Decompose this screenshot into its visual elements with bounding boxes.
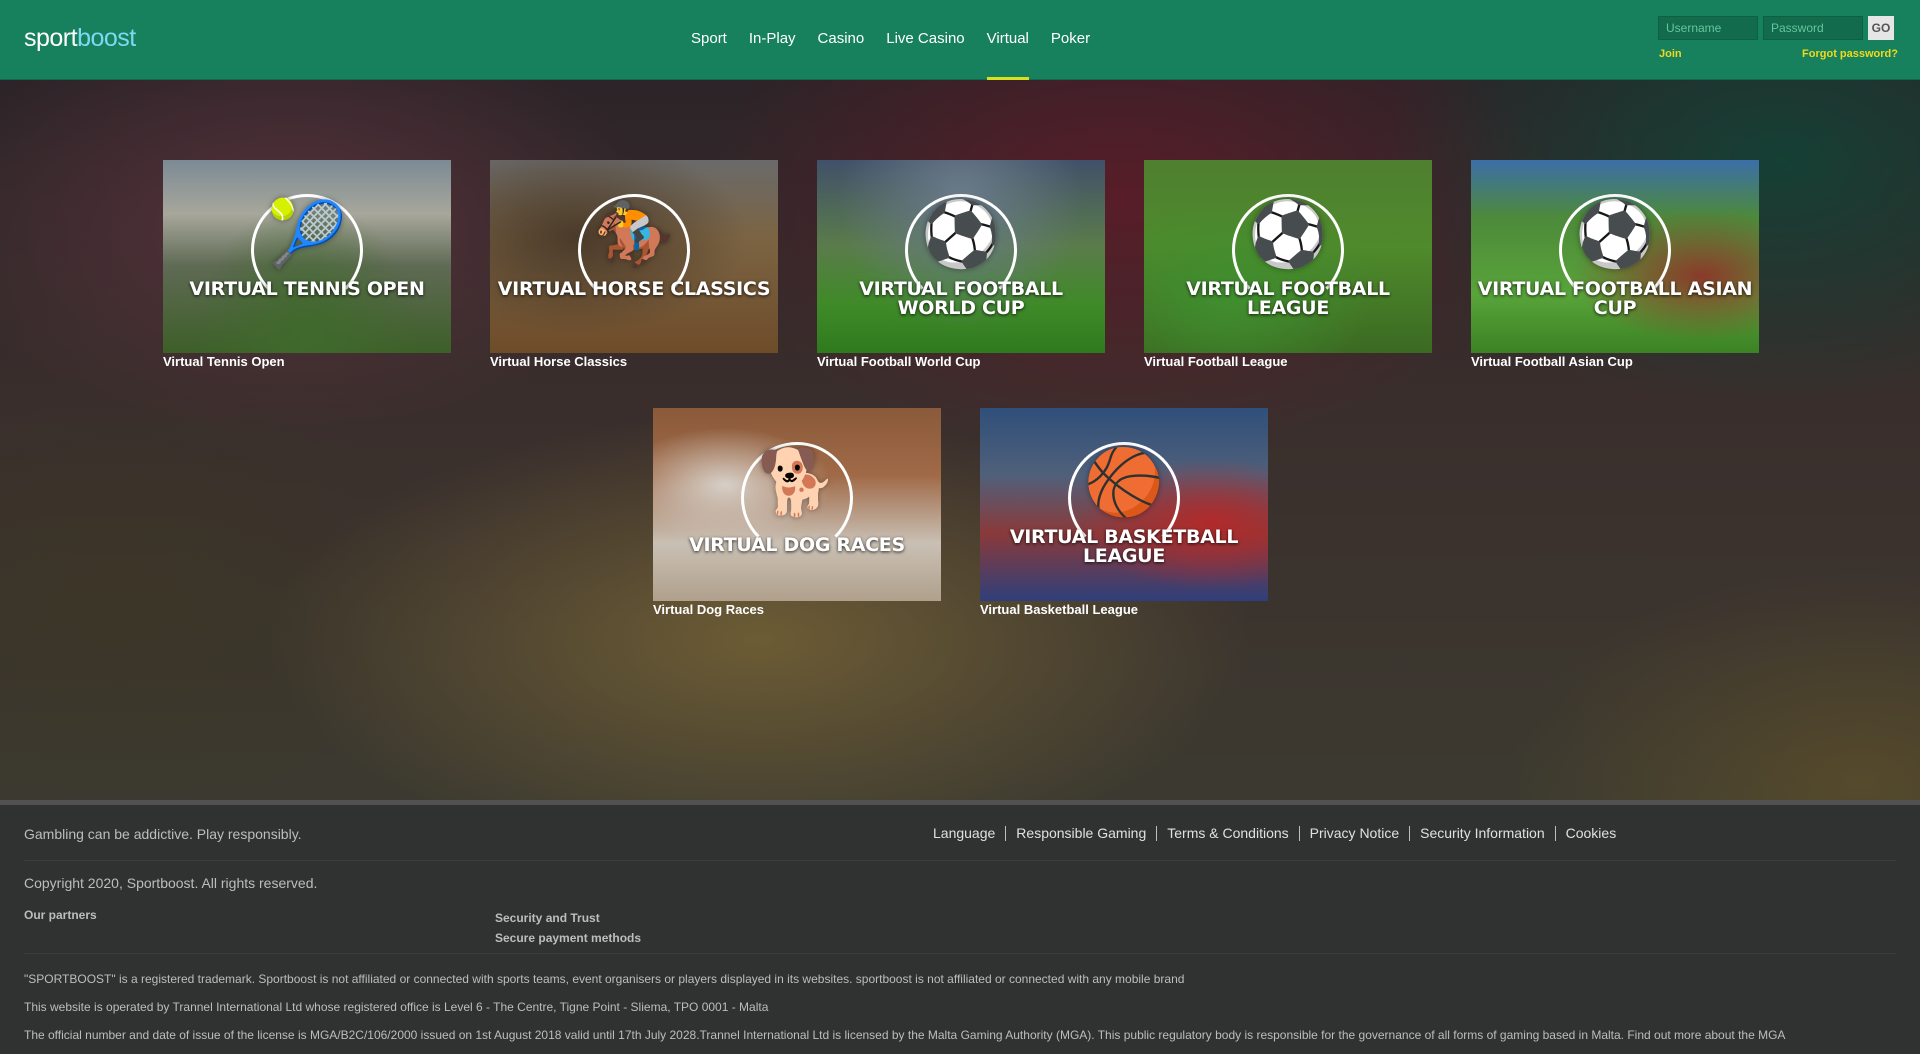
football-player-icon: ⚽	[1248, 198, 1328, 270]
game-caption[interactable]: Virtual Football Asian Cup	[1471, 354, 1759, 370]
nav-virtual[interactable]: Virtual	[976, 0, 1040, 80]
game-thumbnail[interactable]: 🎾 Virtual Tennis Open	[163, 160, 451, 353]
footer-link-responsible-gaming[interactable]: Responsible Gaming	[1005, 826, 1156, 841]
divider	[24, 953, 1896, 954]
game-thumbnail[interactable]: ⚽ Virtual Football League	[1144, 160, 1432, 353]
legal-operator-text: This website is operated by Trannel Inte…	[24, 1000, 769, 1014]
footer-link-cookies[interactable]: Cookies	[1554, 826, 1627, 841]
sportboost-logo[interactable]: sportboost	[24, 24, 136, 53]
nav-poker[interactable]: Poker	[1040, 0, 1101, 80]
nav-sport[interactable]: Sport	[680, 0, 738, 80]
security-trust-block: Security and Trust Secure payment method…	[495, 908, 641, 948]
legal-trademark-text: "SPORTBOOST" is a registered trademark. …	[24, 972, 1185, 986]
virtual-games-grid: 🎾 Virtual Tennis Open Virtual Tennis Ope…	[0, 80, 1920, 800]
game-overlay-title: Virtual Dog Races	[689, 534, 905, 556]
game-tile-horse[interactable]: 🏇 Virtual Horse Classics Virtual Horse C…	[490, 160, 778, 370]
game-caption[interactable]: Virtual Horse Classics	[490, 354, 778, 370]
game-tile-dog-races[interactable]: 🐕 Virtual Dog Races Virtual Dog Races	[653, 408, 941, 618]
copyright-text: Copyright 2020, Sportboost. All rights r…	[24, 875, 318, 891]
horse-rider-icon: 🏇	[594, 198, 674, 270]
game-overlay-title: Virtual Football World Cup	[859, 278, 1063, 319]
game-tile-football-asian-cup[interactable]: ⚽ Virtual Football Asian Cup Virtual Foo…	[1471, 160, 1759, 370]
secure-payment-heading: Secure payment methods	[495, 931, 642, 945]
footer: Gambling can be addictive. Play responsi…	[0, 800, 1920, 1054]
footer-link-language[interactable]: Language	[923, 826, 1005, 841]
game-tile-football-world-cup[interactable]: ⚽ Virtual Football World Cup Virtual Foo…	[817, 160, 1105, 370]
game-thumbnail[interactable]: ⚽ Virtual Football World Cup	[817, 160, 1105, 353]
username-input[interactable]	[1658, 16, 1758, 40]
footer-link-privacy[interactable]: Privacy Notice	[1298, 826, 1409, 841]
legal-license-text: The official number and date of issue of…	[24, 1028, 1786, 1042]
header: sportboost Sport In-Play Casino Live Cas…	[0, 0, 1920, 80]
game-caption[interactable]: Virtual Tennis Open	[163, 354, 451, 370]
game-caption[interactable]: Virtual Football League	[1144, 354, 1432, 370]
join-link[interactable]: Join	[1659, 48, 1682, 60]
game-overlay-title: Virtual Horse Classics	[497, 278, 771, 300]
divider	[24, 860, 1896, 861]
responsible-gambling-tagline: Gambling can be addictive. Play responsi…	[24, 826, 302, 842]
footer-link-terms[interactable]: Terms & Conditions	[1156, 826, 1298, 841]
nav-in-play[interactable]: In-Play	[738, 0, 807, 80]
nav-casino[interactable]: Casino	[807, 0, 876, 80]
game-tile-basketball-league[interactable]: 🏀 Virtual Basketball League Virtual Bask…	[980, 408, 1268, 618]
tennis-player-icon: 🎾	[267, 198, 347, 270]
partners-heading: Our partners	[24, 908, 97, 922]
main-nav: Sport In-Play Casino Live Casino Virtual…	[680, 0, 1101, 80]
game-overlay-title: Virtual Football Asian Cup	[1477, 278, 1753, 319]
game-caption[interactable]: Virtual Dog Races	[653, 602, 941, 618]
security-heading: Security and Trust	[495, 911, 600, 925]
game-caption[interactable]: Virtual Football World Cup	[817, 354, 1105, 370]
game-overlay-title: Virtual Tennis Open	[189, 278, 425, 300]
game-tile-tennis[interactable]: 🎾 Virtual Tennis Open Virtual Tennis Ope…	[163, 160, 451, 370]
password-input[interactable]	[1763, 16, 1863, 40]
go-button[interactable]: GO	[1868, 16, 1894, 40]
greyhound-icon: 🐕	[757, 446, 837, 518]
nav-live-casino[interactable]: Live Casino	[875, 0, 975, 80]
game-overlay-title: Virtual Basketball League	[1009, 526, 1239, 567]
game-thumbnail[interactable]: 🐕 Virtual Dog Races	[653, 408, 941, 601]
game-tile-football-league[interactable]: ⚽ Virtual Football League Virtual Footba…	[1144, 160, 1432, 370]
basketball-player-icon: 🏀	[1084, 446, 1164, 518]
game-overlay-title: Virtual Football League	[1186, 278, 1390, 319]
logo-boost-text: boost	[77, 24, 136, 52]
forgot-password-link[interactable]: Forgot password?	[1802, 48, 1898, 60]
logo-sport-text: sport	[24, 24, 78, 52]
footer-links: Language Responsible Gaming Terms & Cond…	[923, 826, 1626, 841]
game-caption[interactable]: Virtual Basketball League	[980, 602, 1268, 618]
game-thumbnail[interactable]: 🏇 Virtual Horse Classics	[490, 160, 778, 353]
footer-link-security[interactable]: Security Information	[1409, 826, 1555, 841]
football-player-icon: ⚽	[1575, 198, 1655, 270]
football-player-icon: ⚽	[921, 198, 1001, 270]
game-thumbnail[interactable]: 🏀 Virtual Basketball League	[980, 408, 1268, 601]
game-thumbnail[interactable]: ⚽ Virtual Football Asian Cup	[1471, 160, 1759, 353]
